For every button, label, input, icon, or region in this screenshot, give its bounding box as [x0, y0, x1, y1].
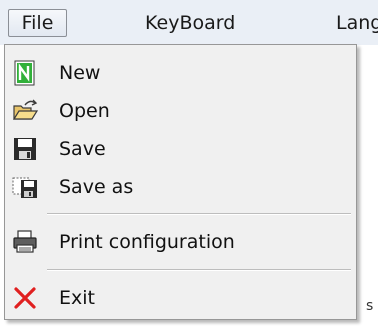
menu-item-label: New	[59, 62, 101, 84]
menu-item-print-configuration[interactable]: Print configuration	[6, 224, 355, 260]
background-text-fragment: s	[366, 298, 374, 314]
menu-bar: File KeyBoard Lang	[0, 0, 378, 45]
save-disk-icon	[12, 136, 38, 162]
menu-item-new[interactable]: New	[6, 55, 355, 91]
menu-file[interactable]: File	[8, 9, 67, 37]
open-folder-icon	[12, 98, 38, 124]
menu-item-save[interactable]: Save	[6, 131, 355, 167]
menu-separator	[47, 213, 351, 215]
menu-item-open[interactable]: Open	[6, 93, 355, 129]
printer-icon	[12, 229, 38, 255]
menu-language[interactable]: Lang	[336, 10, 378, 36]
save-as-icon	[12, 174, 38, 200]
menu-item-save-as[interactable]: Save as	[6, 169, 355, 205]
menu-item-label: Save	[59, 138, 106, 160]
menu-separator	[47, 269, 351, 271]
exit-x-icon	[12, 285, 38, 311]
menu-item-label: Open	[59, 100, 110, 122]
menu-keyboard[interactable]: KeyBoard	[145, 10, 235, 36]
menu-item-exit[interactable]: Exit	[6, 280, 355, 316]
menu-item-label: Save as	[59, 176, 134, 198]
menu-item-label: Exit	[59, 287, 95, 309]
file-dropdown-menu: New Open Save Save as Print configuratio…	[4, 44, 357, 320]
background-window-area	[357, 45, 378, 326]
menu-item-label: Print configuration	[59, 231, 235, 253]
new-document-icon	[12, 60, 38, 86]
